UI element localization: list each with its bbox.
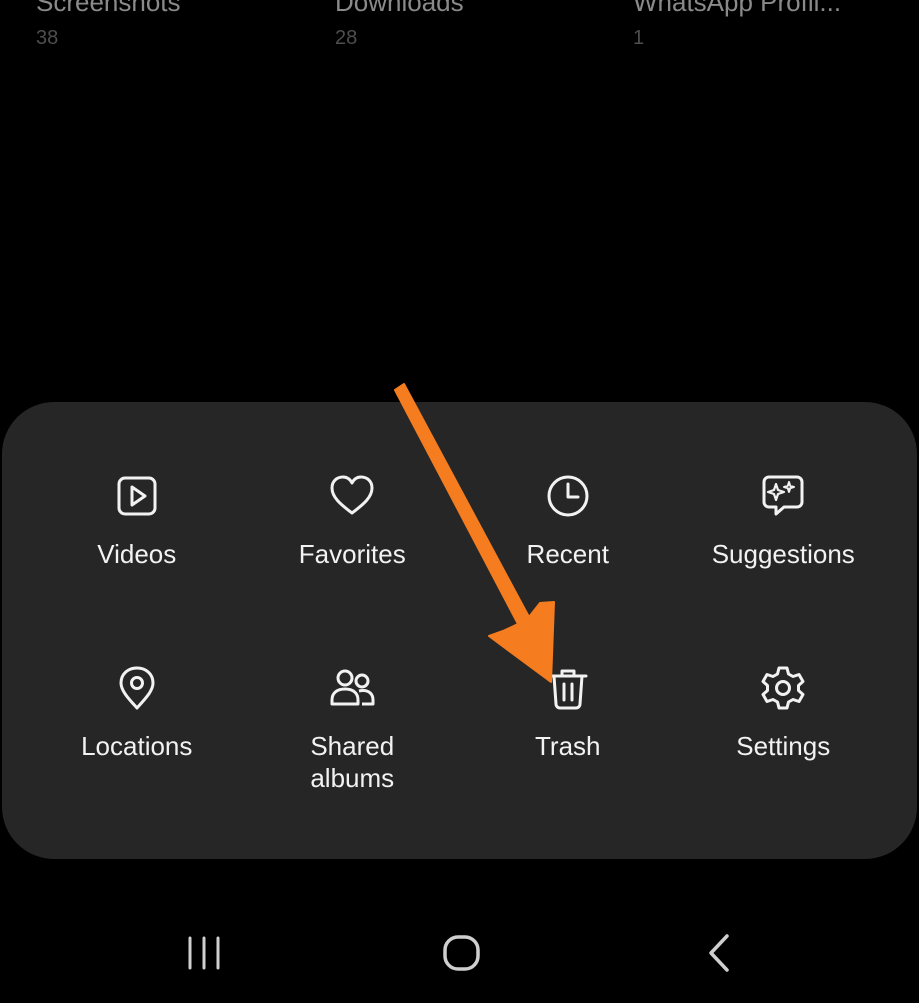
menu-grid: Videos Favorites Recent Suggestions Loca…: [29, 472, 891, 856]
recents-button[interactable]: [169, 918, 239, 988]
menu-item-locations[interactable]: Locations: [29, 664, 245, 856]
album-count: 1: [633, 27, 645, 49]
clock-icon: [544, 472, 592, 520]
album-whatsapp-profile[interactable]: WhatsApp Profil... 1: [633, 0, 841, 50]
people-icon: [328, 664, 376, 712]
location-pin-icon: [113, 664, 161, 712]
menu-item-label: Settings: [736, 731, 831, 761]
album-name: WhatsApp Profil...: [633, 0, 842, 17]
gear-icon: [759, 664, 807, 712]
menu-item-label: Shared albums: [310, 731, 395, 793]
menu-item-label: Favorites: [298, 539, 406, 569]
video-icon: [113, 472, 161, 520]
recents-icon: [169, 918, 239, 988]
home-icon: [426, 918, 496, 988]
back-icon: [683, 918, 753, 988]
menu-item-label: Suggestions: [711, 539, 855, 569]
album-downloads[interactable]: Downloads 28: [335, 0, 464, 50]
menu-item-label: Trash: [535, 731, 601, 761]
menu-item-favorites[interactable]: Favorites: [245, 472, 461, 664]
home-button[interactable]: [426, 918, 496, 988]
menu-item-shared-albums[interactable]: Shared albums: [245, 664, 461, 856]
menu-item-videos[interactable]: Videos: [29, 472, 245, 664]
album-screenshots[interactable]: Screenshots 38: [36, 0, 181, 50]
heart-icon: [328, 472, 376, 520]
menu-item-label: Videos: [97, 539, 177, 569]
menu-panel: Videos Favorites Recent Suggestions Loca…: [2, 402, 917, 859]
navigation-bar: [0, 918, 919, 988]
menu-item-recent[interactable]: Recent: [460, 472, 676, 664]
back-button[interactable]: [683, 918, 753, 988]
menu-item-suggestions[interactable]: Suggestions: [676, 472, 892, 664]
menu-item-label: Recent: [526, 539, 609, 569]
menu-item-label: Locations: [81, 731, 193, 761]
trash-icon: [544, 664, 592, 712]
album-count: 38: [36, 27, 59, 49]
album-name: Downloads: [335, 0, 464, 17]
menu-item-trash[interactable]: Trash: [460, 664, 676, 856]
sparkle-chat-icon: [759, 472, 807, 520]
album-name: Screenshots: [36, 0, 181, 17]
menu-item-settings[interactable]: Settings: [676, 664, 892, 856]
album-count: 28: [335, 27, 358, 49]
